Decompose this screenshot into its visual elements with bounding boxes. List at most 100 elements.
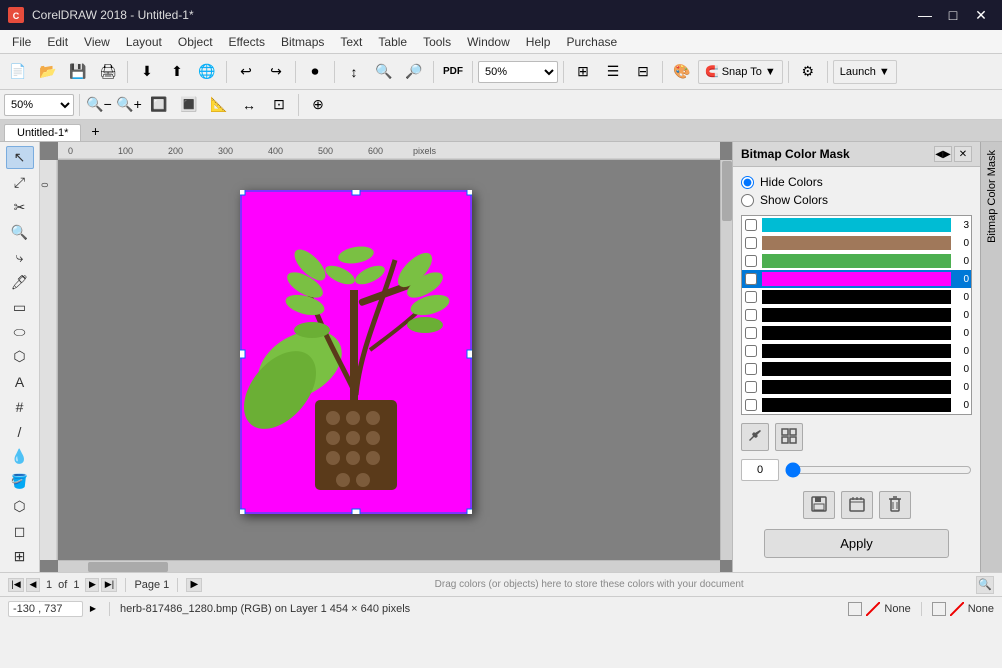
color-row-8[interactable]: 0 bbox=[742, 342, 971, 360]
menu-view[interactable]: View bbox=[76, 33, 118, 51]
checkbox-7[interactable] bbox=[742, 327, 760, 339]
curve-tool[interactable]: ⤷ bbox=[6, 246, 34, 269]
menu-object[interactable]: Object bbox=[170, 33, 221, 51]
next-page-button[interactable]: ▶ bbox=[85, 578, 99, 592]
tab-untitled[interactable]: Untitled-1* bbox=[4, 124, 81, 141]
fill-tool[interactable]: 🪣 bbox=[6, 470, 34, 493]
color-row-10[interactable]: 0 bbox=[742, 378, 971, 396]
checkbox-2[interactable] bbox=[742, 237, 760, 249]
select-similar-btn[interactable] bbox=[775, 423, 803, 451]
zoom-out-button[interactable]: 🔎 bbox=[400, 58, 428, 86]
rect-tool[interactable]: ▭ bbox=[6, 296, 34, 319]
color-row-1[interactable]: 3 bbox=[742, 216, 971, 234]
zoom-in-button[interactable]: 🔍 bbox=[370, 58, 398, 86]
close-button[interactable]: ✕ bbox=[968, 5, 994, 25]
settings-button[interactable]: ⚙ bbox=[794, 58, 822, 86]
print-button[interactable]: 🖨 bbox=[94, 58, 122, 86]
checkbox-3[interactable] bbox=[742, 255, 760, 267]
panel-vertical-tab[interactable]: Bitmap Color Mask bbox=[980, 142, 1002, 572]
menu-tools[interactable]: Tools bbox=[415, 33, 459, 51]
color-row-3[interactable]: 0 bbox=[742, 252, 971, 270]
menu-bitmaps[interactable]: Bitmaps bbox=[273, 33, 332, 51]
hide-colors-option[interactable]: Hide Colors bbox=[741, 175, 972, 189]
checkbox-5[interactable] bbox=[742, 291, 760, 303]
transparency-tool[interactable]: ◻ bbox=[6, 520, 34, 543]
menu-help[interactable]: Help bbox=[518, 33, 559, 51]
open-button[interactable]: 📂 bbox=[34, 58, 62, 86]
record-button[interactable]: ⏺ bbox=[301, 58, 329, 86]
undo-button[interactable]: ↩ bbox=[232, 58, 260, 86]
hide-colors-radio[interactable] bbox=[741, 176, 754, 189]
checkbox-8[interactable] bbox=[742, 345, 760, 357]
zoom-width2[interactable]: ↔ bbox=[235, 91, 263, 119]
show-colors-option[interactable]: Show Colors bbox=[741, 193, 972, 207]
zoom-page-btn[interactable]: 🔍 bbox=[976, 576, 994, 594]
scroll-thumb-h[interactable] bbox=[88, 562, 168, 572]
smart-tool[interactable]: 🖊 bbox=[6, 271, 34, 294]
prev-page-button[interactable]: ◀ bbox=[26, 578, 40, 592]
tolerance-input[interactable] bbox=[741, 459, 779, 481]
checkbox-6[interactable] bbox=[742, 309, 760, 321]
eyedropper-tool-btn[interactable] bbox=[741, 423, 769, 451]
menu-purchase[interactable]: Purchase bbox=[558, 33, 625, 51]
zoom-sel2[interactable]: ⊡ bbox=[265, 91, 293, 119]
connector-tool[interactable]: ⊞ bbox=[6, 545, 34, 568]
menu-edit[interactable]: Edit bbox=[39, 33, 76, 51]
delete-mask-button[interactable] bbox=[879, 491, 911, 519]
vertical-scrollbar[interactable] bbox=[720, 160, 732, 560]
color-row-7[interactable]: 0 bbox=[742, 324, 971, 342]
redo-button[interactable]: ↪ bbox=[262, 58, 290, 86]
new-button[interactable]: 📄 bbox=[4, 58, 32, 86]
menu-file[interactable]: File bbox=[4, 33, 39, 51]
menu-window[interactable]: Window bbox=[459, 33, 518, 51]
zoom-tool[interactable]: 🔍 bbox=[6, 221, 34, 244]
minimize-button[interactable]: — bbox=[912, 5, 938, 25]
checkbox-1[interactable] bbox=[742, 219, 760, 231]
page-toggle-btn[interactable]: ▶ bbox=[186, 578, 202, 592]
zoom-page2[interactable]: 📐 bbox=[205, 91, 233, 119]
checkbox-11[interactable] bbox=[742, 399, 760, 411]
view-btn3[interactable]: ⊟ bbox=[629, 58, 657, 86]
color-row-11[interactable]: 0 bbox=[742, 396, 971, 414]
color-list[interactable]: 3 0 0 bbox=[741, 215, 972, 415]
text-tool[interactable]: A bbox=[6, 370, 34, 393]
maximize-button[interactable]: □ bbox=[940, 5, 966, 25]
crop-tool[interactable]: ✂ bbox=[6, 196, 34, 219]
pdf-button[interactable]: PDF bbox=[439, 58, 467, 86]
panel-pin-button[interactable]: ◀▶ bbox=[934, 146, 952, 162]
snap-to-button[interactable]: 🧲 Snap To ▼ bbox=[698, 60, 783, 84]
parallel-tool[interactable]: / bbox=[6, 420, 34, 443]
export-button[interactable]: ⬆ bbox=[163, 58, 191, 86]
ellipse-tool[interactable]: ⬭ bbox=[6, 321, 34, 344]
blend-tool[interactable]: ⬡ bbox=[6, 495, 34, 518]
save-mask-button[interactable] bbox=[803, 491, 835, 519]
color-row-9[interactable]: 0 bbox=[742, 360, 971, 378]
fit-button[interactable]: ↕ bbox=[340, 58, 368, 86]
add-page2[interactable]: ⊕ bbox=[304, 91, 332, 119]
zoom-act2[interactable]: 🔳 bbox=[175, 91, 203, 119]
menu-text[interactable]: Text bbox=[332, 33, 370, 51]
tolerance-slider[interactable] bbox=[785, 462, 972, 478]
horizontal-scrollbar[interactable] bbox=[58, 560, 720, 572]
checkbox-9[interactable] bbox=[742, 363, 760, 375]
first-page-button[interactable]: |◀ bbox=[8, 578, 24, 592]
last-page-button[interactable]: ▶| bbox=[101, 578, 117, 592]
coords-toggle[interactable]: ▶ bbox=[87, 603, 99, 615]
menu-table[interactable]: Table bbox=[370, 33, 415, 51]
select-tool[interactable]: ↖ bbox=[6, 146, 34, 169]
freehand-tool[interactable]: ⤢ bbox=[6, 171, 34, 194]
import-button[interactable]: ⬇ bbox=[133, 58, 161, 86]
zoom-fit2[interactable]: 🔲 bbox=[145, 91, 173, 119]
poly-tool[interactable]: ⬡ bbox=[6, 346, 34, 369]
color-row-5[interactable]: 0 bbox=[742, 288, 971, 306]
table-tool[interactable]: # bbox=[6, 395, 34, 418]
save-button[interactable]: 💾 bbox=[64, 58, 92, 86]
zoom-combo[interactable]: 50% 100% 200% bbox=[478, 61, 558, 83]
launch-button[interactable]: Launch ▼ bbox=[833, 60, 897, 84]
load-mask-button[interactable] bbox=[841, 491, 873, 519]
show-colors-radio[interactable] bbox=[741, 194, 754, 207]
color-row-4-selected[interactable]: 0 bbox=[742, 270, 971, 288]
apply-button[interactable]: Apply bbox=[764, 529, 949, 558]
add-tab-button[interactable]: + bbox=[83, 121, 107, 141]
color-row-6[interactable]: 0 bbox=[742, 306, 971, 324]
